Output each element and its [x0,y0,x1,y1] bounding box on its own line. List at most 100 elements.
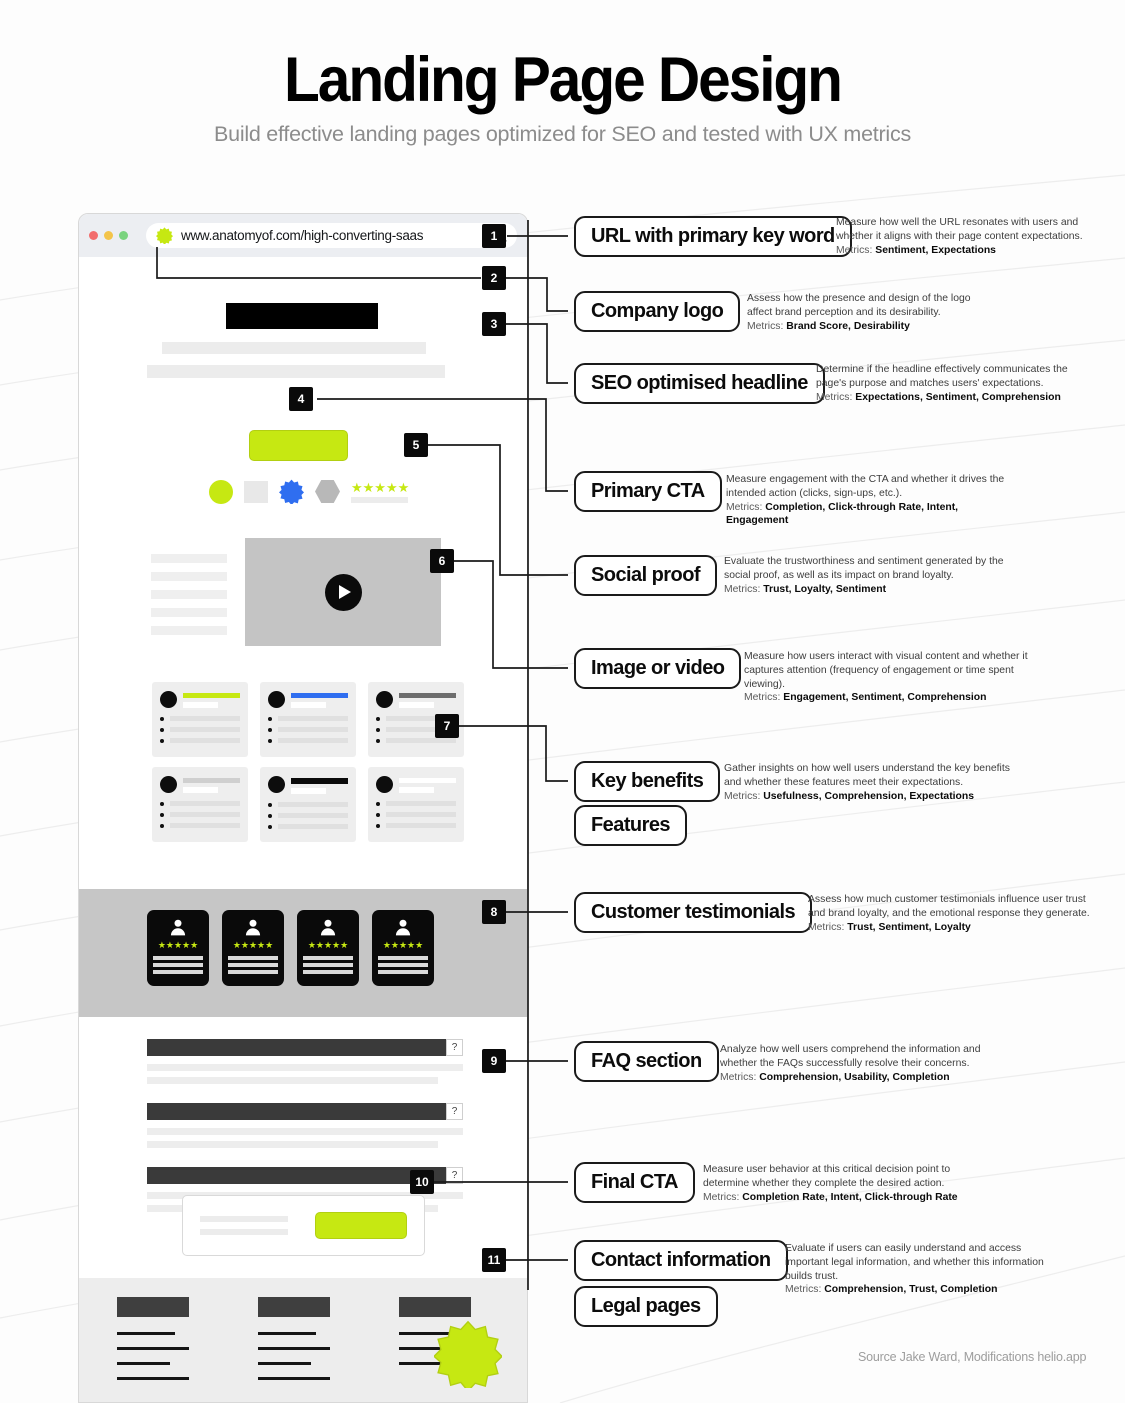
question-mark-icon[interactable]: ? [446,1167,463,1184]
mock-primary-cta-button[interactable] [249,430,348,461]
star-rating-icon: ★★★★★ [382,940,424,950]
mock-faq-item[interactable]: ? [147,1103,463,1148]
mock-feature-card [260,767,356,842]
source-attribution: Source Jake Ward, Modifications helio.ap… [858,1350,1087,1364]
social-proof-rating: ★★★★★ [351,481,409,503]
mock-footer-column [117,1297,189,1392]
question-mark-icon[interactable]: ? [446,1039,463,1056]
question-mark-icon[interactable]: ? [446,1103,463,1120]
description-text: Assess how much customer testimonials in… [808,894,1090,919]
avatar-icon [320,919,336,936]
star-rating-icon: ★★★★★ [351,479,410,495]
mock-body-text-lines [151,550,227,635]
mock-feature-card [152,767,248,842]
callout-pill-seo-optimised-headline[interactable]: SEO optimised headline [574,363,825,404]
star-rating-icon: ★★★★★ [157,940,199,950]
social-proof-hexagon-icon [315,480,340,503]
description-text: Assess how the presence and design of th… [747,293,971,318]
mock-media-section [151,538,441,646]
card-icon [268,776,285,793]
callout-pill-legal-pages[interactable]: Legal pages [574,1286,718,1327]
description-text: Measure user behavior at this critical d… [703,1164,951,1189]
card-icon [376,776,393,793]
metrics-value: Brand Score, Desirability [786,320,910,332]
callout-description-10: Measure user behavior at this critical d… [703,1163,965,1204]
metrics-label: Metrics: [785,1284,822,1296]
mock-testimonial-card: ★★★★★ [297,910,359,986]
mock-final-cta-button[interactable] [315,1212,407,1239]
mock-faq-item[interactable]: ? [147,1039,463,1084]
callout-badge-11[interactable]: 11 [482,1248,506,1272]
card-icon [376,691,393,708]
callout-badge-9[interactable]: 9 [482,1049,506,1073]
callout-badge-8[interactable]: 8 [482,900,506,924]
star-rating-icon: ★★★★★ [232,940,274,950]
callout-pill-company-logo[interactable]: Company logo [574,291,741,332]
callout-pill-features[interactable]: Features [574,805,687,846]
mock-headline-bar [226,303,378,329]
callout-badge-1[interactable]: 1 [482,224,506,248]
avatar-icon [395,919,411,936]
social-proof-circle-icon [209,479,233,504]
callout-badge-4[interactable]: 4 [289,387,313,411]
callout-pill-customer-testimonials[interactable]: Customer testimonials [574,892,813,933]
callout-badge-10[interactable]: 10 [410,1170,434,1194]
callout-pill-social-proof[interactable]: Social proof [574,555,717,596]
callout-pill-primary-cta[interactable]: Primary CTA [574,471,722,512]
description-text: Measure engagement with the CTA and whet… [726,474,1005,499]
mock-landing-page: ★★★★★ ★★★★★ ★★★★★ ★★★★★ ★★★★★ ? ? ? [79,257,527,1402]
mock-testimonial-card: ★★★★★ [372,910,434,986]
callout-pill-final-cta[interactable]: Final CTA [574,1162,695,1203]
metrics-value: Completion Rate, Intent, Click-through R… [742,1191,958,1203]
metrics-label: Metrics: [747,320,784,332]
mock-testimonial-card: ★★★★★ [222,910,284,986]
callout-pill-image-or-video[interactable]: Image or video [574,648,742,689]
metrics-value: Sentiment, Expectations [875,244,996,256]
mock-feature-card [260,682,356,757]
metrics-label: Metrics: [808,921,845,933]
social-proof-burst-icon [279,479,304,504]
traffic-light-red-icon [89,231,98,240]
metrics-label: Metrics: [720,1071,757,1083]
mock-subheadline-line [162,342,426,354]
description-text: Evaluate the trustworthiness and sentime… [724,556,1004,581]
callout-pill-key-benefits[interactable]: Key benefits [574,761,721,802]
mock-footer-columns [117,1297,471,1392]
description-text: Gather insights on how well users unders… [724,763,1010,788]
star-rating-icon: ★★★★★ [307,940,349,950]
description-text: Determine if the headline effectively co… [816,364,1068,389]
callout-description-6: Measure how users interact with visual c… [744,650,1056,705]
description-text: Evaluate if users can easily understand … [785,1243,1044,1282]
mock-feature-card [152,682,248,757]
infographic-root: Landing Page Design Build effective land… [0,0,1125,1403]
callout-badge-6[interactable]: 6 [430,549,454,573]
callout-pill-url-with-primary-key-word[interactable]: URL with primary key word [574,216,852,257]
url-text: www.anatomyof.com/high-converting-saas [181,228,424,243]
callout-badge-3[interactable]: 3 [482,312,506,336]
metrics-value: Trust, Loyalty, Sentiment [763,583,887,595]
mock-testimonial-card: ★★★★★ [147,910,209,986]
metrics-value: Expectations, Sentiment, Comprehension [855,391,1061,403]
burst-logo-icon [156,227,173,244]
metrics-value: Comprehension, Usability, Completion [759,1071,950,1083]
mock-footer-column [258,1297,330,1392]
url-bar[interactable]: www.anatomyof.com/high-converting-saas [146,223,517,248]
mock-final-cta-card [182,1195,425,1256]
mock-feature-card [368,767,464,842]
callout-badge-2[interactable]: 2 [482,266,506,290]
mock-video-placeholder[interactable] [245,538,441,646]
metrics-label: Metrics: [724,790,761,802]
avatar-icon [245,919,261,936]
metrics-label: Metrics: [726,501,763,513]
card-icon [160,691,177,708]
callout-badge-7[interactable]: 7 [435,714,459,738]
callout-badge-5[interactable]: 5 [404,433,428,457]
card-icon [160,776,177,793]
callout-pill-contact-information[interactable]: Contact information [574,1240,788,1281]
metrics-value: Trust, Sentiment, Loyalty [847,921,971,933]
metrics-label: Metrics: [724,583,761,595]
play-icon[interactable] [324,573,362,611]
callout-description-2: Assess how the presence and design of th… [747,292,997,333]
mock-feature-card-grid [152,682,464,842]
callout-pill-faq-section[interactable]: FAQ section [574,1041,719,1082]
